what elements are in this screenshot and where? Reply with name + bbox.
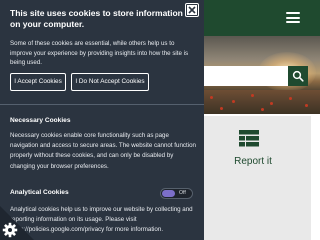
report-it-label: Report it bbox=[234, 156, 272, 167]
search-button[interactable] bbox=[288, 66, 308, 86]
close-icon bbox=[188, 6, 196, 14]
cookie-panel-title: This site uses cookies to store informat… bbox=[10, 8, 183, 29]
close-button[interactable] bbox=[185, 3, 199, 17]
toggle-state-label: Off bbox=[179, 190, 186, 196]
gear-icon bbox=[0, 206, 34, 240]
cookie-intro-text: Some of these cookies are essential, whi… bbox=[10, 40, 189, 66]
necessary-cookies-heading: Necessary Cookies bbox=[10, 117, 71, 124]
accept-cookies-button[interactable]: I Accept Cookies bbox=[10, 73, 66, 91]
search-icon bbox=[292, 70, 304, 82]
analytical-cookies-toggle[interactable]: Off bbox=[160, 188, 193, 199]
necessary-cookies-text: Necessary cookies enable core functional… bbox=[10, 132, 196, 170]
table-icon bbox=[239, 130, 259, 147]
toggle-knob bbox=[162, 190, 175, 197]
report-it-card[interactable]: Report it bbox=[195, 116, 311, 240]
reject-cookies-button[interactable]: I Do Not Accept Cookies bbox=[71, 73, 149, 91]
cookie-settings-button[interactable] bbox=[0, 202, 38, 240]
menu-icon[interactable] bbox=[286, 12, 300, 23]
section-divider bbox=[0, 104, 204, 105]
analytical-cookies-heading: Analytical Cookies bbox=[10, 189, 69, 196]
